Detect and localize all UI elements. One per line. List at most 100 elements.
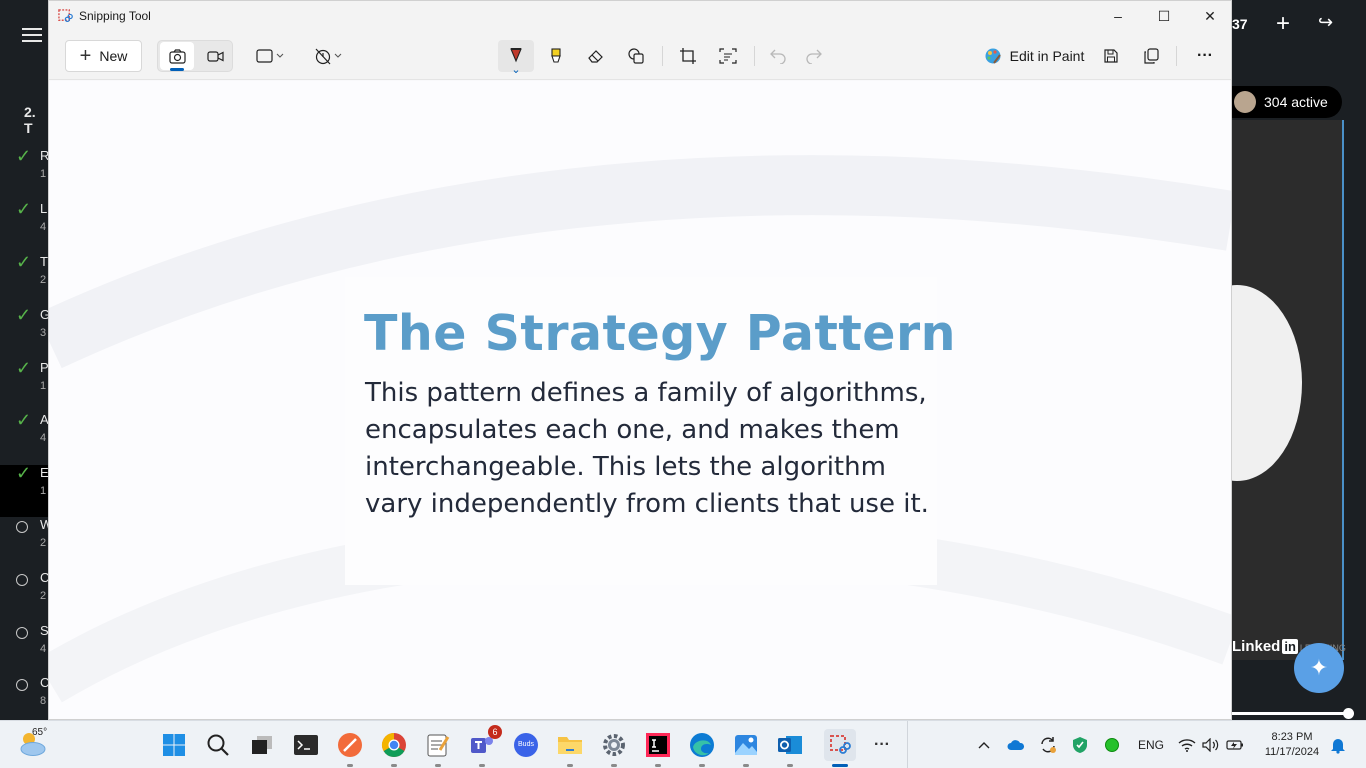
hamburger-menu-icon[interactable] <box>22 24 42 46</box>
course-item-duration: 1 <box>40 168 47 180</box>
section-title: 2. T <box>24 104 36 136</box>
video-progress-bar[interactable] <box>1232 708 1354 719</box>
taskbar: 65° 6 Buds ··· ENG 8:23 PM 11/17/2024 <box>0 720 1366 768</box>
rectangle-snip-icon <box>256 49 284 63</box>
taskbar-photos[interactable] <box>730 729 762 767</box>
running-indicator <box>347 764 353 767</box>
taskbar-intellij[interactable] <box>642 729 674 767</box>
status-tray[interactable] <box>1101 734 1123 756</box>
delay-timer-dropdown[interactable] <box>307 40 351 72</box>
active-indicator <box>832 764 848 767</box>
show-hidden-icons-button[interactable] <box>973 734 995 756</box>
video-mode-button[interactable] <box>198 42 232 70</box>
start-button[interactable] <box>158 729 190 761</box>
course-item-duration: 4 <box>40 221 47 233</box>
checkmark-icon: ✓ <box>16 252 32 272</box>
redo-button[interactable] <box>797 40 831 72</box>
taskbar-file-explorer[interactable] <box>554 729 586 767</box>
taskbar-snipping-tool[interactable] <box>824 729 856 767</box>
course-list-item[interactable]: W2 <box>0 517 52 569</box>
running-indicator <box>611 764 617 767</box>
taskbar-outlook[interactable] <box>774 729 806 767</box>
copy-button[interactable] <box>1134 40 1168 72</box>
course-list-item[interactable]: ✓ P 1 <box>0 358 49 412</box>
brand-text: Linked <box>1232 638 1281 655</box>
undo-button[interactable] <box>761 40 795 72</box>
snip-canvas[interactable]: The Strategy Pattern This pattern define… <box>49 81 1231 719</box>
speaker-icon <box>1202 738 1219 752</box>
course-list-item[interactable]: ✓ A 4 <box>0 411 49 464</box>
toolbar-divider <box>1176 46 1177 66</box>
taskbar-settings[interactable] <box>598 729 630 767</box>
running-indicator <box>699 764 705 767</box>
crop-button[interactable] <box>671 40 705 72</box>
task-view-button[interactable] <box>246 729 278 761</box>
more-options-button[interactable]: ··· <box>1187 40 1223 72</box>
snip-shape-dropdown[interactable] <box>249 40 293 72</box>
course-list-item[interactable]: ✓ E 1 <box>0 464 49 517</box>
course-list-item[interactable]: ✓ G 3 <box>0 306 50 359</box>
video-camera-icon <box>206 50 224 62</box>
title-bar[interactable]: Snipping Tool – ☐ ✕ <box>49 1 1231 32</box>
course-item-duration: 2 <box>40 537 47 549</box>
ballpoint-pen-button[interactable] <box>498 40 534 76</box>
progress-knob[interactable] <box>1343 708 1354 719</box>
sparkle-icon: ✦ <box>1309 655 1329 680</box>
volume-tray[interactable] <box>1200 734 1222 756</box>
search-button[interactable] <box>202 729 234 761</box>
brand-box: in <box>1282 639 1298 654</box>
shapes-button[interactable] <box>619 40 653 72</box>
course-item-title: T <box>40 254 48 269</box>
snipping-tool-icon <box>830 735 851 754</box>
battery-tray[interactable] <box>1224 734 1246 756</box>
intellij-icon <box>646 733 670 757</box>
checkmark-icon: ✓ <box>16 358 32 378</box>
maximize-button[interactable]: ☐ <box>1141 1 1187 32</box>
input-language[interactable]: ENG <box>1138 738 1164 752</box>
taskbar-edge[interactable] <box>686 729 718 767</box>
ai-assistant-button[interactable]: ✦ <box>1294 643 1344 693</box>
taskbar-chrome[interactable] <box>378 729 410 767</box>
folder-icon <box>558 737 582 754</box>
taskbar-overflow-button[interactable]: ··· <box>866 729 898 761</box>
text-actions-button[interactable] <box>711 40 745 72</box>
checkmark-icon: ✓ <box>16 199 32 219</box>
course-list-item[interactable]: S4 <box>0 623 49 675</box>
weather-widget[interactable]: 65° <box>18 727 48 759</box>
taskbar-teams[interactable]: 6 <box>466 725 502 767</box>
notifications-button[interactable] <box>1327 734 1349 756</box>
new-snip-button[interactable]: + New <box>65 40 142 72</box>
minimize-button[interactable]: – <box>1095 1 1141 32</box>
shield-icon <box>1073 737 1087 753</box>
onedrive-tray[interactable] <box>1005 734 1027 756</box>
running-indicator <box>787 764 793 767</box>
sync-tray[interactable] <box>1037 734 1059 756</box>
active-count: 304 active <box>1264 94 1328 110</box>
highlighter-button[interactable] <box>539 40 573 72</box>
edit-in-paint-button[interactable]: Edit in Paint <box>979 40 1089 72</box>
security-tray[interactable] <box>1069 734 1091 756</box>
course-list-item[interactable]: ✓ R 1 <box>0 147 49 200</box>
eraser-button[interactable] <box>579 40 613 72</box>
circle-icon <box>16 521 28 533</box>
save-icon <box>1104 49 1118 63</box>
wifi-tray[interactable] <box>1176 734 1198 756</box>
taskbar-notepad[interactable] <box>422 729 454 767</box>
close-button[interactable]: ✕ <box>1187 1 1233 32</box>
course-list-item[interactable]: ✓ T 2 <box>0 252 48 306</box>
taskbar-buds[interactable]: Buds <box>510 729 542 761</box>
taskbar-postman[interactable] <box>334 729 366 767</box>
taskbar-terminal[interactable] <box>290 729 322 761</box>
running-indicator <box>743 764 749 767</box>
course-list-item[interactable]: C2 <box>0 570 49 622</box>
system-clock[interactable]: 8:23 PM 11/17/2024 <box>1258 730 1326 760</box>
running-indicator <box>655 764 661 767</box>
screenshot-mode-button[interactable] <box>160 42 194 71</box>
course-list-item[interactable]: ✓ L 4 <box>0 199 48 253</box>
search-icon <box>207 734 229 756</box>
snipping-tool-app-icon <box>58 9 73 22</box>
clock-date: 11/17/2024 <box>1264 746 1320 758</box>
share-icon[interactable]: ↪ <box>1318 12 1333 33</box>
save-button[interactable] <box>1094 40 1128 72</box>
add-icon[interactable]: + <box>1276 10 1290 38</box>
